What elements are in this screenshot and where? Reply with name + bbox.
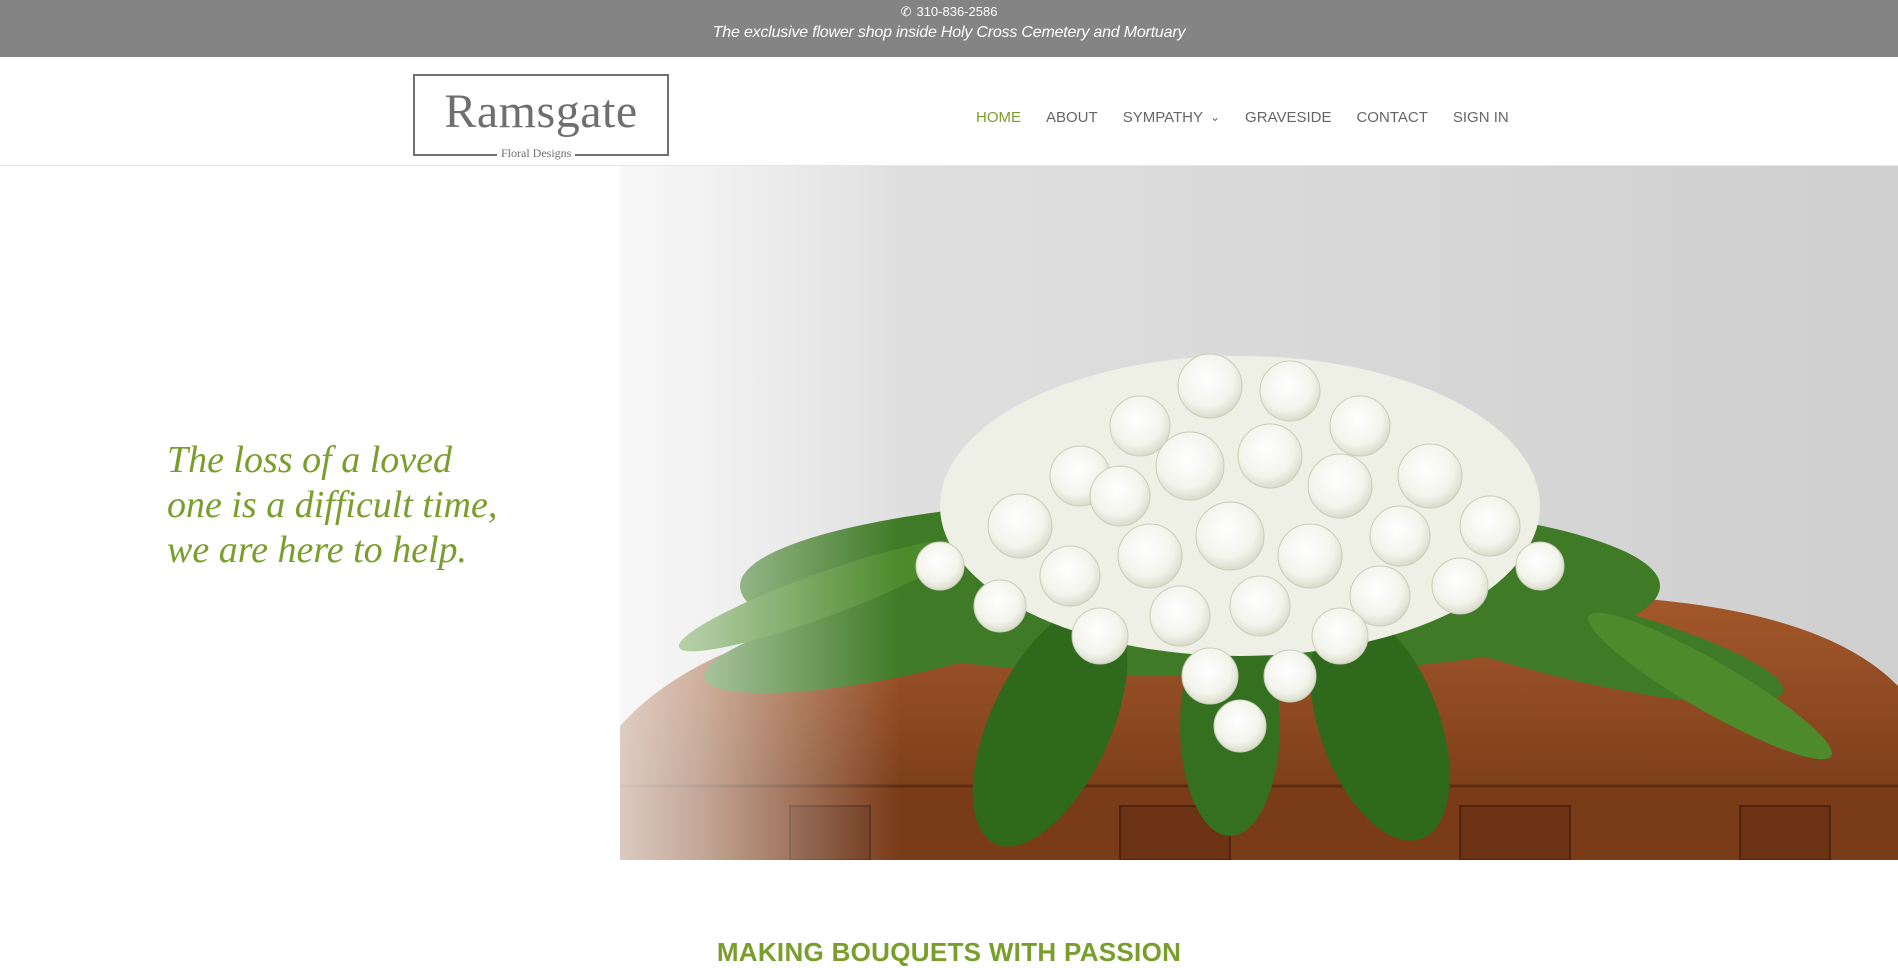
logo-brand: Ramsgate [444,85,638,138]
hero-section: The loss of a loved one is a difficult t… [0,166,1898,860]
phone-icon: ✆ [900,4,912,19]
nav-home[interactable]: HOME [976,109,1021,127]
nav-about[interactable]: ABOUT [1046,109,1098,127]
tagline: The exclusive flower shop inside Holy Cr… [712,24,1186,41]
nav-home-label: HOME [976,109,1021,126]
phone-line[interactable]: ✆ 310-836-2586 [0,4,1898,19]
site-logo[interactable]: Ramsgate Floral Designs [413,74,669,160]
section-title: MAKING BOUQUETS WITH PASSION [716,937,1182,967]
nav-graveside-label: GRAVESIDE [1245,109,1332,126]
nav-contact-label: CONTACT [1356,109,1428,126]
nav-contact[interactable]: CONTACT [1356,109,1427,127]
phone-number[interactable]: 310-836-2586 [916,4,997,19]
nav-sign-in-label: SIGN IN [1452,109,1509,126]
site-header: Ramsgate Floral Designs HOME ABOUT SYMPA… [0,57,1898,166]
nav-sympathy[interactable]: SYMPATHY ⌄ [1123,109,1220,127]
chevron-down-icon: ⌄ [1209,110,1221,124]
nav-graveside[interactable]: GRAVESIDE [1245,109,1331,127]
hero-headline: The loss of a loved one is a difficult t… [167,439,498,571]
top-info-bar: ✆ 310-836-2586 The exclusive flower shop … [0,0,1898,57]
logo-subtitle: Floral Designs [497,146,576,160]
nav-sympathy-label: SYMPATHY [1122,109,1203,126]
main-nav: HOME ABOUT SYMPATHY ⌄ GRAVESIDE CONTACT S… [976,109,1509,127]
nav-sign-in[interactable]: SIGN IN [1453,109,1509,127]
nav-about-label: ABOUT [1046,109,1098,126]
